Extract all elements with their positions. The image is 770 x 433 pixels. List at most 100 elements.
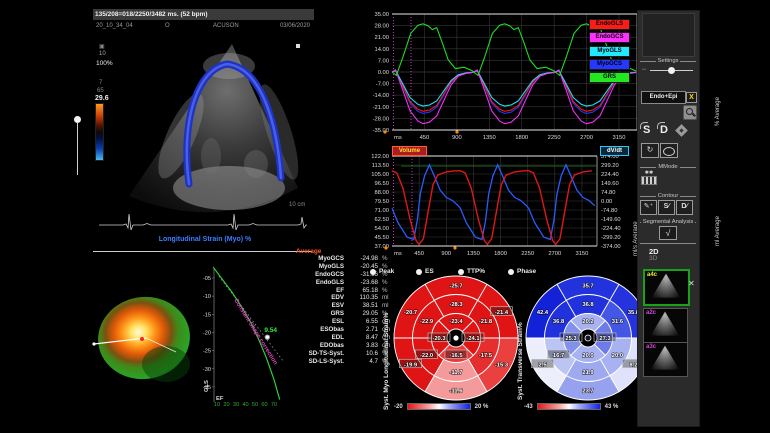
svg-text:-74.80: -74.80 xyxy=(601,208,617,214)
settings-section-header: Settings xyxy=(640,58,696,64)
svg-text:54.00: 54.00 xyxy=(374,226,389,232)
svg-text:113.50: 113.50 xyxy=(372,163,389,169)
anatomical-mmode-button[interactable]: ✱✱ xyxy=(641,171,657,184)
svg-text:2700: 2700 xyxy=(580,135,593,141)
apex-marker xyxy=(140,337,144,341)
compress-value: 7 xyxy=(99,80,102,86)
strain-chart-ylabel: % Average xyxy=(715,97,721,126)
segment-value: -21.8 xyxy=(479,319,493,325)
endo-epi-checkbox[interactable]: X xyxy=(686,92,697,103)
segment-value: -25.7 xyxy=(449,284,462,290)
scale-gradient xyxy=(537,403,601,410)
svg-text:40: 40 xyxy=(242,402,248,408)
svg-text:50: 50 xyxy=(252,402,258,408)
patient-id: 20_10_34_04 xyxy=(96,21,133,31)
strain-scale-value: 29.6 xyxy=(95,95,109,102)
probe-icon: ▣ xyxy=(99,43,105,50)
endo-epi-field[interactable]: Endo+Epi xyxy=(641,91,686,104)
mode-3d-button[interactable]: 3D xyxy=(649,255,657,262)
legend-MyoGCS[interactable]: MyoGCS xyxy=(589,59,630,70)
systole-contour-button[interactable]: S∕ xyxy=(658,200,675,215)
average-row-ESV: ESV38.51ml xyxy=(296,302,402,310)
be-left-canvas: -25.7-21.4-15.3-11.6-19.9-20.7-28.3-21.8… xyxy=(392,274,522,404)
legend-MyoGLS[interactable]: MyoGLS xyxy=(589,46,630,57)
systole-marker-button[interactable]: S xyxy=(643,124,650,136)
svg-text:0.00: 0.00 xyxy=(378,70,389,76)
preview-box xyxy=(642,13,695,57)
legend-EndoGLS[interactable]: EndoGLS xyxy=(589,19,630,30)
scale-max-label: 20 % xyxy=(475,404,489,410)
mode-label: Peak xyxy=(379,268,394,275)
zoom-tool-button[interactable] xyxy=(683,105,697,120)
legend-EndoGCS[interactable]: EndoGCS xyxy=(589,32,630,43)
svg-text:2250: 2250 xyxy=(521,251,534,257)
legend-GRS[interactable]: GRS xyxy=(589,72,630,83)
bullseye-longitudinal: -25.7-21.4-15.3-11.6-19.9-20.7-28.3-21.8… xyxy=(392,274,522,404)
mode-button-Phase[interactable]: Phase xyxy=(508,268,536,275)
diamond-icon[interactable] xyxy=(675,124,688,137)
svg-text:1350: 1350 xyxy=(467,251,480,257)
ellipse-tool-button[interactable] xyxy=(660,143,678,158)
average-row-MyoGCS: MyoGCS-24.98% xyxy=(296,255,402,263)
view-thumbnail-a3c[interactable]: a3c xyxy=(643,342,688,377)
view-thumbnail-a2c[interactable]: a2c xyxy=(643,308,688,343)
svg-text:450: 450 xyxy=(420,135,430,141)
depth-scale-label: 10 cm xyxy=(289,202,305,208)
flag-label: O xyxy=(165,21,170,31)
mode-button-TTP[interactable]: TTP% xyxy=(458,268,485,275)
segment-value: 20.2 xyxy=(582,319,593,325)
thumbnail-label: a4c xyxy=(647,272,657,278)
scale-max-label: 43 % xyxy=(605,404,619,410)
svg-text:-374.00: -374.00 xyxy=(601,244,621,250)
mode-button-Peak[interactable]: Peak xyxy=(370,268,394,275)
add-contour-button[interactable]: ✎⁺ xyxy=(640,200,657,215)
svg-text:-05: -05 xyxy=(203,276,211,282)
svg-text:45.50: 45.50 xyxy=(374,235,389,241)
svg-text:79.50: 79.50 xyxy=(374,199,389,205)
svg-text:74.80: 74.80 xyxy=(601,190,616,196)
segment-value: 2.5 xyxy=(539,362,548,368)
magnifier-icon xyxy=(683,105,697,120)
svg-text:-25: -25 xyxy=(203,349,211,355)
mode-label: Phase xyxy=(517,268,536,275)
segment-value: -19.9 xyxy=(404,362,418,368)
svg-text:2250: 2250 xyxy=(548,135,561,141)
bullseye-center xyxy=(585,335,591,341)
trace-tool-button[interactable]: ↻ xyxy=(641,143,659,158)
svg-text:70: 70 xyxy=(271,402,277,408)
freq-value: 10 xyxy=(99,51,106,57)
strain-chart: % Average 35.0028.0021.0014.007.000.00-7… xyxy=(355,8,640,150)
svg-text:30: 30 xyxy=(233,402,239,408)
average-panel-title: Average xyxy=(296,248,402,255)
svg-text:1350: 1350 xyxy=(483,135,496,141)
average-row-EDV: EDV110.35ml xyxy=(296,294,402,302)
contour-section-header: Contour xyxy=(640,193,696,199)
view-thumbnail-a4c[interactable]: a4c xyxy=(643,269,690,306)
svg-text:88.00: 88.00 xyxy=(374,190,389,196)
close-view-icon[interactable]: ✕ xyxy=(688,279,695,288)
segmental-analysis-checkbox[interactable]: √ xyxy=(659,226,677,240)
lv-parametric-render[interactable] xyxy=(90,286,194,392)
exam-date: 03/06/2020 xyxy=(280,21,310,31)
radio-dot-icon xyxy=(416,269,422,275)
segment-value: -22.0 xyxy=(420,353,433,359)
slider-range-icon: ↔ xyxy=(641,66,647,72)
settings-slider-thumb[interactable] xyxy=(668,67,675,74)
left-slider-track[interactable] xyxy=(77,122,78,175)
svg-text:-299.20: -299.20 xyxy=(601,235,621,241)
diastole-contour-button[interactable]: D∕ xyxy=(676,200,693,215)
segment-value: -21.4 xyxy=(495,310,509,316)
segment-value: 36.8 xyxy=(553,319,565,325)
volume-curve-tag[interactable]: Volume xyxy=(392,146,427,156)
dvdt-curve-tag[interactable]: dV/dt xyxy=(600,146,629,156)
mode-button-ES[interactable]: ES xyxy=(416,268,434,275)
diastole-marker-button[interactable]: D xyxy=(660,124,668,136)
segment-value: -20.7 xyxy=(404,310,417,316)
ef-data-point[interactable] xyxy=(265,335,269,339)
svg-text:-10: -10 xyxy=(203,294,211,300)
svg-text:96.50: 96.50 xyxy=(374,181,389,187)
svg-text:-15: -15 xyxy=(203,312,211,318)
exam-info-row: 20_10_34_04 O ACUSON 03/06/2020 xyxy=(93,21,312,31)
stars-icon: ✱✱ xyxy=(641,171,657,175)
ef-point-value: 9.54 xyxy=(264,327,277,334)
